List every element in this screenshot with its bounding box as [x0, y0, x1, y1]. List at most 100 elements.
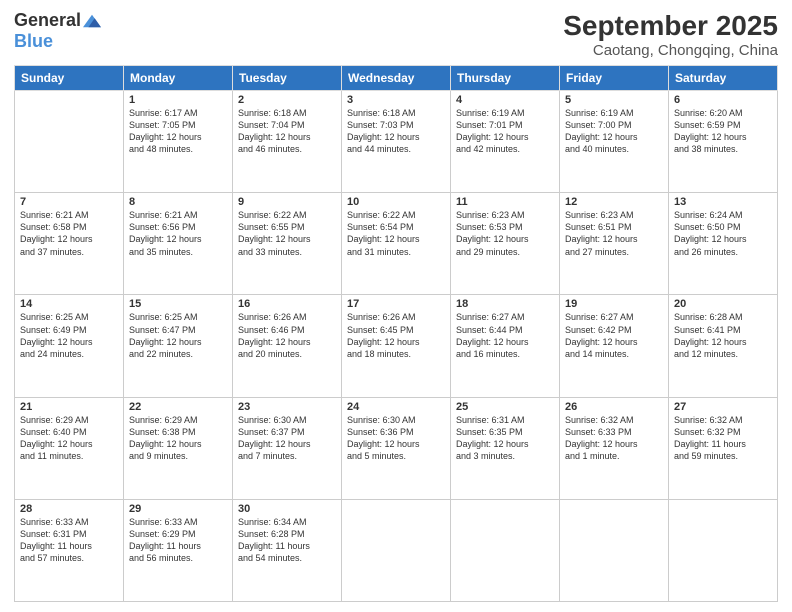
calendar-cell: 12Sunrise: 6:23 AM Sunset: 6:51 PM Dayli… [560, 193, 669, 295]
day-number: 23 [238, 401, 336, 413]
day-info: Sunrise: 6:33 AM Sunset: 6:29 PM Dayligh… [129, 516, 227, 565]
day-info: Sunrise: 6:19 AM Sunset: 7:01 PM Dayligh… [456, 107, 554, 156]
calendar-cell: 2Sunrise: 6:18 AM Sunset: 7:04 PM Daylig… [233, 91, 342, 193]
day-number: 14 [20, 298, 118, 310]
day-info: Sunrise: 6:24 AM Sunset: 6:50 PM Dayligh… [674, 209, 772, 258]
location-title: Caotang, Chongqing, China [563, 42, 778, 59]
calendar-cell: 16Sunrise: 6:26 AM Sunset: 6:46 PM Dayli… [233, 295, 342, 397]
day-info: Sunrise: 6:27 AM Sunset: 6:42 PM Dayligh… [565, 311, 663, 360]
day-info: Sunrise: 6:21 AM Sunset: 6:58 PM Dayligh… [20, 209, 118, 258]
calendar-cell [342, 499, 451, 601]
day-number: 4 [456, 94, 554, 106]
calendar-cell: 15Sunrise: 6:25 AM Sunset: 6:47 PM Dayli… [124, 295, 233, 397]
calendar-cell: 13Sunrise: 6:24 AM Sunset: 6:50 PM Dayli… [669, 193, 778, 295]
day-number: 3 [347, 94, 445, 106]
calendar-cell: 11Sunrise: 6:23 AM Sunset: 6:53 PM Dayli… [451, 193, 560, 295]
calendar-cell: 28Sunrise: 6:33 AM Sunset: 6:31 PM Dayli… [15, 499, 124, 601]
day-number: 9 [238, 196, 336, 208]
calendar-cell: 26Sunrise: 6:32 AM Sunset: 6:33 PM Dayli… [560, 397, 669, 499]
day-number: 5 [565, 94, 663, 106]
calendar-cell: 10Sunrise: 6:22 AM Sunset: 6:54 PM Dayli… [342, 193, 451, 295]
day-info: Sunrise: 6:18 AM Sunset: 7:03 PM Dayligh… [347, 107, 445, 156]
weekday-header-row: SundayMondayTuesdayWednesdayThursdayFrid… [15, 66, 778, 91]
calendar-cell: 5Sunrise: 6:19 AM Sunset: 7:00 PM Daylig… [560, 91, 669, 193]
logo: General Blue [14, 10, 101, 52]
calendar-cell: 9Sunrise: 6:22 AM Sunset: 6:55 PM Daylig… [233, 193, 342, 295]
title-block: September 2025 Caotang, Chongqing, China [563, 10, 778, 59]
day-info: Sunrise: 6:28 AM Sunset: 6:41 PM Dayligh… [674, 311, 772, 360]
day-number: 8 [129, 196, 227, 208]
calendar-cell: 25Sunrise: 6:31 AM Sunset: 6:35 PM Dayli… [451, 397, 560, 499]
header: General Blue September 2025 Caotang, Cho… [14, 10, 778, 59]
day-number: 13 [674, 196, 772, 208]
day-info: Sunrise: 6:32 AM Sunset: 6:32 PM Dayligh… [674, 414, 772, 463]
day-number: 25 [456, 401, 554, 413]
day-info: Sunrise: 6:26 AM Sunset: 6:45 PM Dayligh… [347, 311, 445, 360]
week-row-3: 14Sunrise: 6:25 AM Sunset: 6:49 PM Dayli… [15, 295, 778, 397]
logo-icon [83, 14, 101, 28]
day-info: Sunrise: 6:20 AM Sunset: 6:59 PM Dayligh… [674, 107, 772, 156]
calendar-cell: 20Sunrise: 6:28 AM Sunset: 6:41 PM Dayli… [669, 295, 778, 397]
day-number: 29 [129, 503, 227, 515]
calendar-cell: 21Sunrise: 6:29 AM Sunset: 6:40 PM Dayli… [15, 397, 124, 499]
calendar-cell [669, 499, 778, 601]
day-info: Sunrise: 6:26 AM Sunset: 6:46 PM Dayligh… [238, 311, 336, 360]
day-info: Sunrise: 6:32 AM Sunset: 6:33 PM Dayligh… [565, 414, 663, 463]
calendar-cell [15, 91, 124, 193]
calendar-cell: 8Sunrise: 6:21 AM Sunset: 6:56 PM Daylig… [124, 193, 233, 295]
day-number: 16 [238, 298, 336, 310]
calendar-cell [560, 499, 669, 601]
weekday-header-saturday: Saturday [669, 66, 778, 91]
day-info: Sunrise: 6:19 AM Sunset: 7:00 PM Dayligh… [565, 107, 663, 156]
day-number: 1 [129, 94, 227, 106]
weekday-header-sunday: Sunday [15, 66, 124, 91]
calendar-cell: 3Sunrise: 6:18 AM Sunset: 7:03 PM Daylig… [342, 91, 451, 193]
weekday-header-friday: Friday [560, 66, 669, 91]
page: General Blue September 2025 Caotang, Cho… [0, 0, 792, 612]
day-number: 7 [20, 196, 118, 208]
day-number: 17 [347, 298, 445, 310]
calendar-cell: 1Sunrise: 6:17 AM Sunset: 7:05 PM Daylig… [124, 91, 233, 193]
calendar-cell: 18Sunrise: 6:27 AM Sunset: 6:44 PM Dayli… [451, 295, 560, 397]
day-number: 6 [674, 94, 772, 106]
day-info: Sunrise: 6:17 AM Sunset: 7:05 PM Dayligh… [129, 107, 227, 156]
calendar-cell: 7Sunrise: 6:21 AM Sunset: 6:58 PM Daylig… [15, 193, 124, 295]
day-info: Sunrise: 6:23 AM Sunset: 6:53 PM Dayligh… [456, 209, 554, 258]
day-number: 11 [456, 196, 554, 208]
day-number: 21 [20, 401, 118, 413]
day-info: Sunrise: 6:23 AM Sunset: 6:51 PM Dayligh… [565, 209, 663, 258]
calendar-cell: 6Sunrise: 6:20 AM Sunset: 6:59 PM Daylig… [669, 91, 778, 193]
day-info: Sunrise: 6:30 AM Sunset: 6:37 PM Dayligh… [238, 414, 336, 463]
day-number: 15 [129, 298, 227, 310]
calendar-cell [451, 499, 560, 601]
month-title: September 2025 [563, 10, 778, 42]
day-number: 19 [565, 298, 663, 310]
day-number: 24 [347, 401, 445, 413]
day-info: Sunrise: 6:22 AM Sunset: 6:54 PM Dayligh… [347, 209, 445, 258]
week-row-2: 7Sunrise: 6:21 AM Sunset: 6:58 PM Daylig… [15, 193, 778, 295]
day-number: 20 [674, 298, 772, 310]
day-number: 18 [456, 298, 554, 310]
day-info: Sunrise: 6:18 AM Sunset: 7:04 PM Dayligh… [238, 107, 336, 156]
day-info: Sunrise: 6:21 AM Sunset: 6:56 PM Dayligh… [129, 209, 227, 258]
calendar-cell: 27Sunrise: 6:32 AM Sunset: 6:32 PM Dayli… [669, 397, 778, 499]
calendar-cell: 23Sunrise: 6:30 AM Sunset: 6:37 PM Dayli… [233, 397, 342, 499]
calendar-cell: 19Sunrise: 6:27 AM Sunset: 6:42 PM Dayli… [560, 295, 669, 397]
logo-general-text: General [14, 10, 81, 31]
day-info: Sunrise: 6:27 AM Sunset: 6:44 PM Dayligh… [456, 311, 554, 360]
weekday-header-wednesday: Wednesday [342, 66, 451, 91]
weekday-header-monday: Monday [124, 66, 233, 91]
day-number: 22 [129, 401, 227, 413]
day-number: 26 [565, 401, 663, 413]
day-info: Sunrise: 6:25 AM Sunset: 6:47 PM Dayligh… [129, 311, 227, 360]
week-row-4: 21Sunrise: 6:29 AM Sunset: 6:40 PM Dayli… [15, 397, 778, 499]
day-info: Sunrise: 6:22 AM Sunset: 6:55 PM Dayligh… [238, 209, 336, 258]
week-row-1: 1Sunrise: 6:17 AM Sunset: 7:05 PM Daylig… [15, 91, 778, 193]
calendar-cell: 4Sunrise: 6:19 AM Sunset: 7:01 PM Daylig… [451, 91, 560, 193]
calendar: SundayMondayTuesdayWednesdayThursdayFrid… [14, 65, 778, 602]
day-number: 30 [238, 503, 336, 515]
day-info: Sunrise: 6:31 AM Sunset: 6:35 PM Dayligh… [456, 414, 554, 463]
calendar-cell: 29Sunrise: 6:33 AM Sunset: 6:29 PM Dayli… [124, 499, 233, 601]
day-info: Sunrise: 6:25 AM Sunset: 6:49 PM Dayligh… [20, 311, 118, 360]
day-info: Sunrise: 6:30 AM Sunset: 6:36 PM Dayligh… [347, 414, 445, 463]
